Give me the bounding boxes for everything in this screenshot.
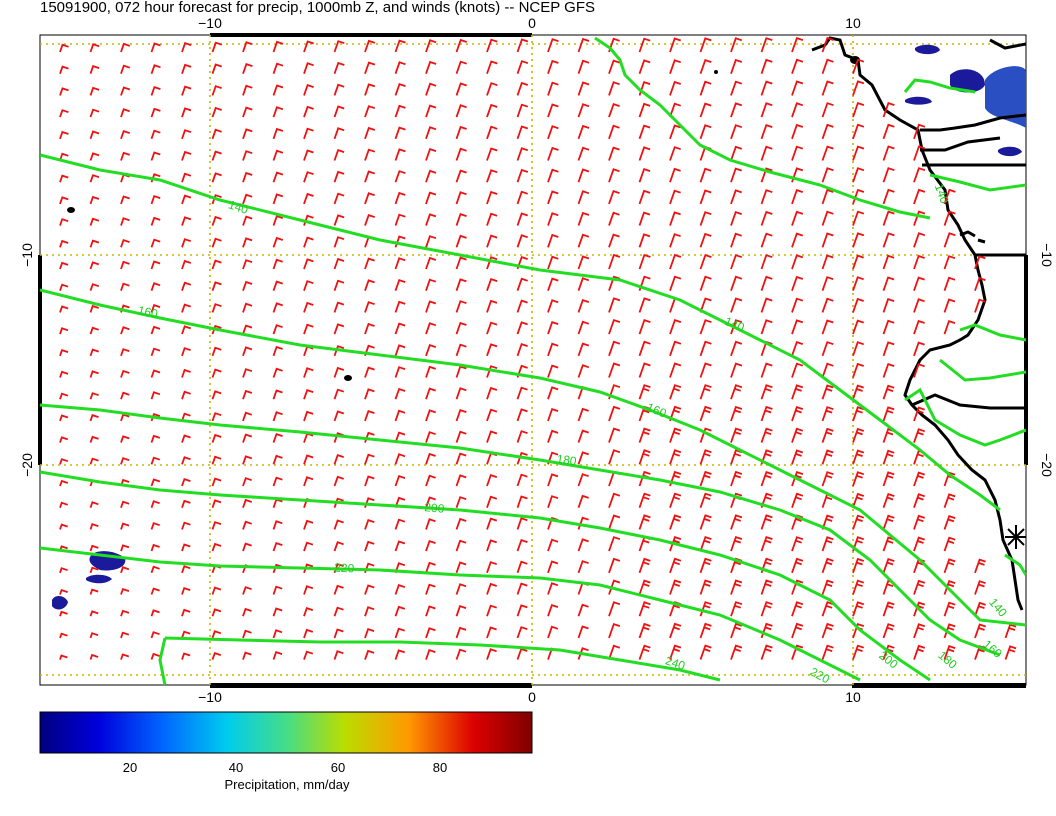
forecast-map-canvas: 15091900, 072 hour forecast for precip, … bbox=[19, 0, 1055, 792]
y-tick-label: −20 bbox=[1039, 453, 1055, 477]
colorbar-tick: 20 bbox=[123, 760, 137, 775]
contour-label: 200 bbox=[424, 500, 445, 516]
colorbar-label: Precipitation, mm/day bbox=[225, 777, 350, 792]
y-axis-left-labels: −10 −20 bbox=[19, 243, 35, 477]
x-tick-label: 10 bbox=[845, 689, 861, 705]
colorbar-tick: 80 bbox=[433, 760, 447, 775]
colorbar-tick: 60 bbox=[331, 760, 345, 775]
x-tick-label: 0 bbox=[528, 15, 536, 31]
x-axis-bottom-labels: −10 0 10 bbox=[198, 689, 861, 705]
y-tick-label: −10 bbox=[1039, 243, 1055, 267]
x-tick-label: 10 bbox=[845, 15, 861, 31]
colorbar-gradient bbox=[39, 711, 533, 754]
x-tick-label: 0 bbox=[528, 689, 536, 705]
map-frame bbox=[39, 34, 1027, 686]
y-tick-label: −20 bbox=[19, 453, 35, 477]
y-axis-right-labels: −10 −20 bbox=[1039, 243, 1055, 477]
x-axis-top-labels: −10 0 10 bbox=[198, 15, 861, 31]
contour-label: 220 bbox=[334, 560, 355, 575]
contour-label: 180 bbox=[556, 452, 578, 469]
map-title: 15091900, 072 hour forecast for precip, … bbox=[40, 0, 595, 16]
y-tick-label: −10 bbox=[19, 243, 35, 267]
x-tick-label: −10 bbox=[198, 689, 222, 705]
colorbar-tick: 40 bbox=[229, 760, 243, 775]
x-tick-label: −10 bbox=[198, 15, 222, 31]
colorbar: 20 40 60 80 Precipitation, mm/day bbox=[39, 711, 533, 792]
